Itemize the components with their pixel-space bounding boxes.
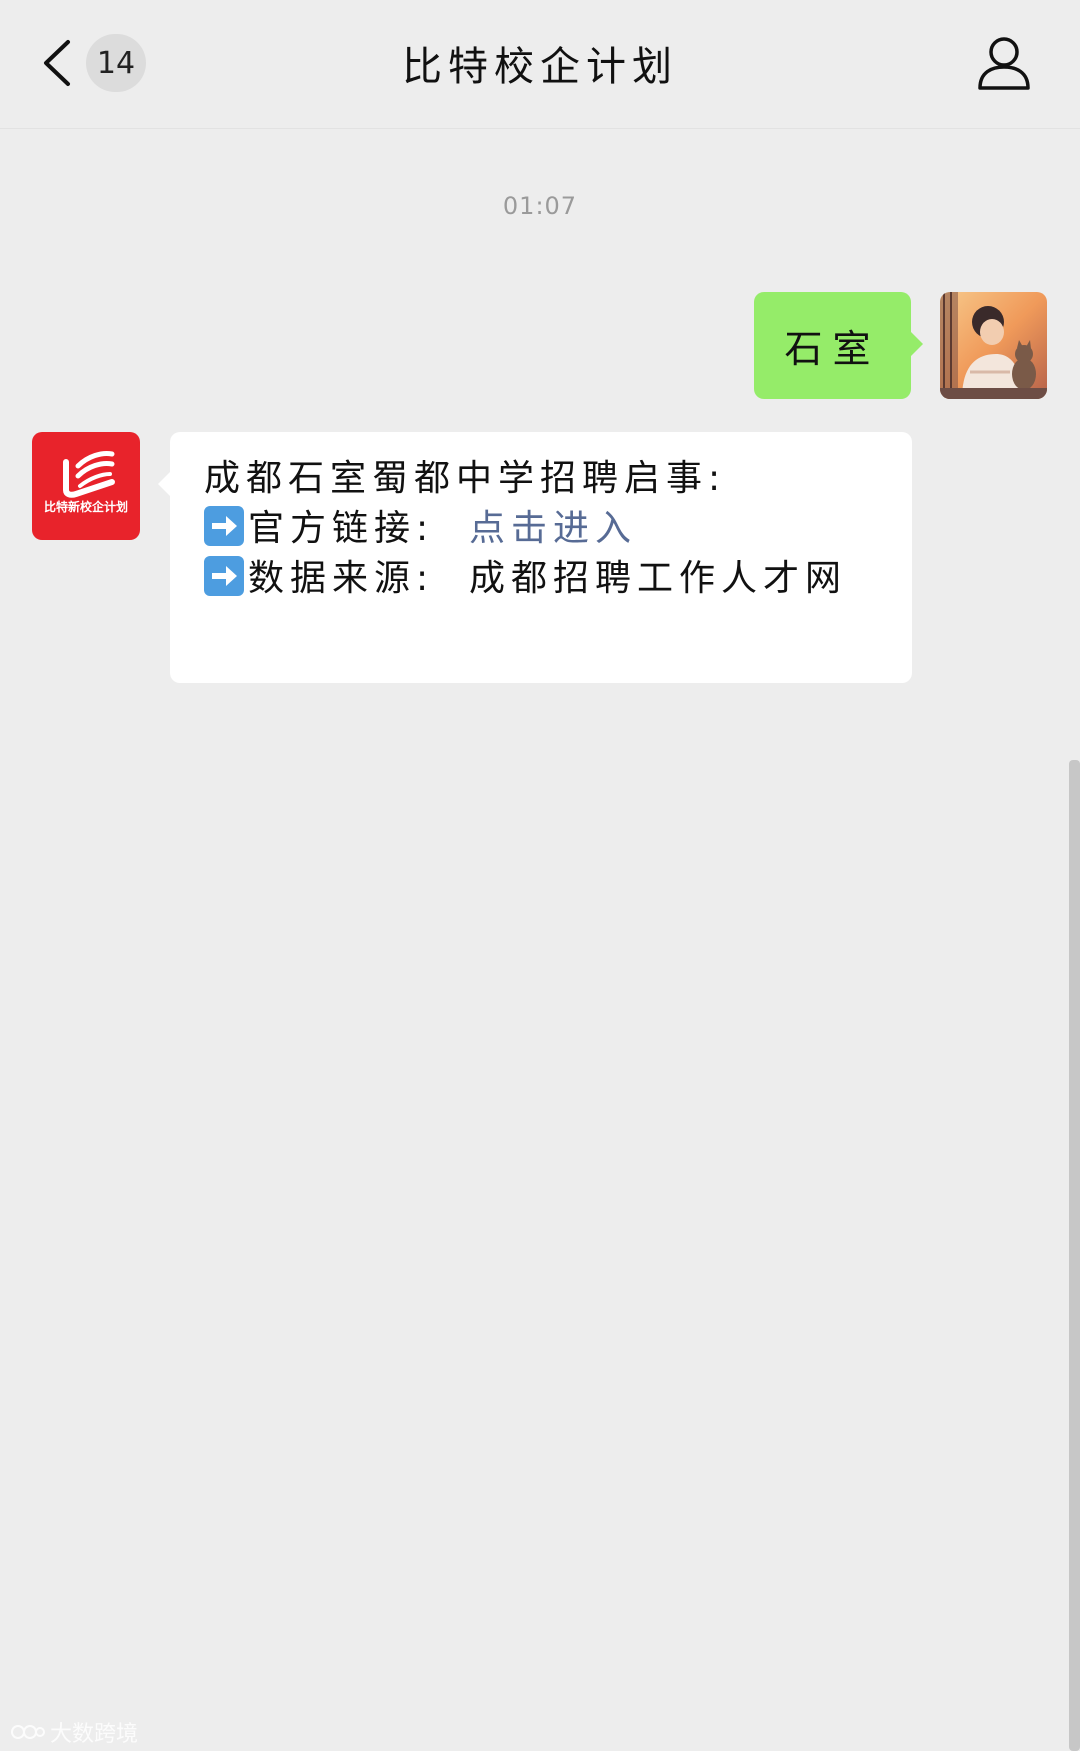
profile-button[interactable] [974, 34, 1034, 94]
person-outline-icon [978, 37, 1030, 90]
watermark-text: 大数跨境 [50, 1722, 139, 1747]
message-line-title: 成都石室蜀都中学招聘启事: [204, 458, 727, 499]
sender-avatar[interactable]: 比特新校企计划 [32, 432, 140, 540]
message-line-link: 官方链接: 点击进入 [204, 504, 876, 554]
brand-logo-text: 比特新校企计划 [43, 500, 128, 514]
right-arrow-icon [204, 556, 244, 596]
chat-title: 比特校企计划 [402, 44, 678, 90]
watermark: 大数跨境 [10, 1716, 138, 1748]
right-arrow-icon [204, 506, 244, 546]
message-line-source: 数据来源: 成都招聘工作人才网 [204, 554, 876, 604]
message-timestamp: 01:07 [502, 192, 578, 220]
my-avatar[interactable] [940, 292, 1047, 399]
chat-header: 14 比特校企计划 [0, 0, 1080, 129]
received-message-bubble[interactable]: 成都石室蜀都中学招聘启事: 官方链接: 点击进入 数据来源: 成都招聘工作人才网 [158, 432, 912, 683]
avatar-illustration [940, 292, 1047, 399]
click-to-enter-link[interactable]: 点击进入 [469, 508, 637, 549]
sent-message-bubble[interactable]: 石室 [754, 292, 923, 399]
data-source-value: 成都招聘工作人才网 [469, 558, 848, 599]
data-source-label: 数据来源: [248, 558, 435, 599]
watermark-logo-icon [10, 1721, 46, 1743]
official-link-label: 官方链接: [248, 508, 435, 549]
brand-logo-icon [63, 451, 115, 498]
scrollbar[interactable] [1069, 760, 1080, 1751]
